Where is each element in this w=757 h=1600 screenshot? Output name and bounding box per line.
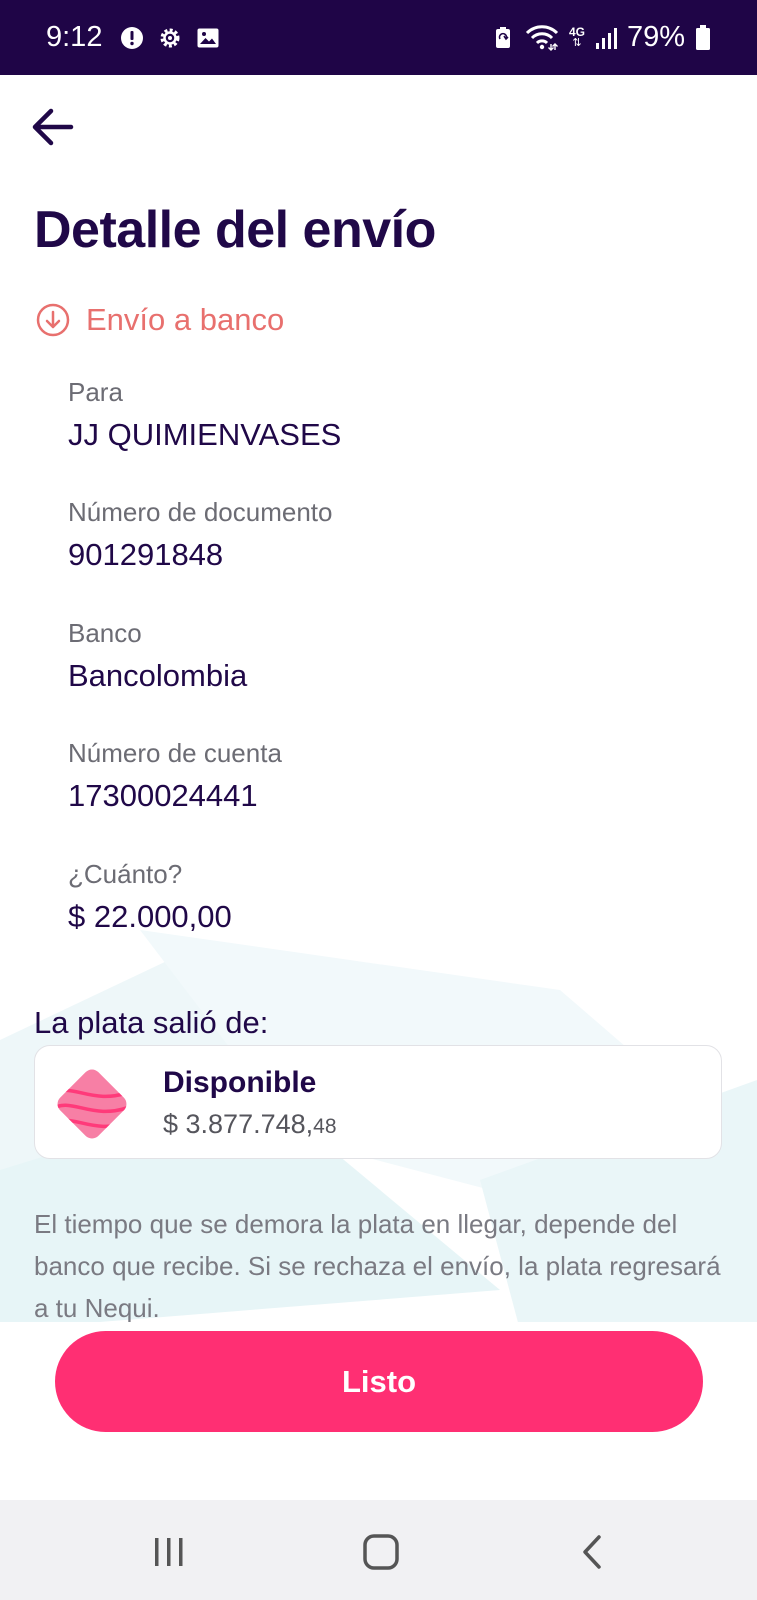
status-icons-left: [120, 26, 220, 50]
back-button[interactable]: [28, 102, 78, 152]
source-balance-main: $ 3.877.748,: [163, 1109, 314, 1139]
detail-bank: Banco Bancolombia: [68, 616, 247, 696]
transaction-type: Envío a banco: [36, 302, 284, 338]
battery-saver-icon: [495, 26, 510, 48]
home-icon: [363, 1534, 399, 1570]
detail-value: JJ QUIMIENVASES: [68, 417, 342, 452]
source-balance: $ 3.877.748,48: [163, 1109, 337, 1140]
source-pocket-card[interactable]: Disponible $ 3.877.748,48: [34, 1045, 722, 1159]
detail-label: ¿Cuánto?: [68, 859, 183, 889]
gallery-icon: [197, 28, 219, 47]
done-button[interactable]: Listo: [55, 1331, 703, 1432]
battery-icon: [696, 24, 710, 50]
source-balance-cents: 48: [313, 1115, 337, 1138]
pocket-card-icon: [53, 1069, 131, 1139]
arrow-left-icon: [32, 108, 74, 146]
transaction-type-label: Envío a banco: [86, 302, 285, 337]
detail-label: Para: [68, 377, 123, 407]
settings-icon: [160, 28, 180, 47]
circle-arrow-down-icon: [36, 303, 70, 337]
bottom-action-area: Listo: [0, 1322, 757, 1500]
source-name: Disponible: [163, 1066, 317, 1099]
navigation-bar: [0, 1500, 757, 1600]
detail-recipient: Para JJ QUIMIENVASES: [68, 375, 341, 455]
recent-apps-button[interactable]: [147, 1530, 191, 1574]
signal-icon: [595, 27, 617, 49]
home-button[interactable]: [359, 1530, 403, 1574]
source-heading: La plata salió de:: [34, 1005, 269, 1040]
detail-value: Bancolombia: [68, 658, 248, 693]
detail-account-number: Número de cuenta 17300024441: [68, 736, 282, 816]
detail-document-number: Número de documento 901291848: [68, 495, 332, 575]
status-icons-right: 4G ⇅ 79%: [491, 21, 711, 54]
back-icon: [583, 1535, 601, 1569]
page-title: Detalle del envío: [34, 201, 436, 259]
detail-label: Número de documento: [68, 497, 333, 527]
detail-value: $ 22.000,00: [68, 899, 232, 934]
data-arrows-icon: ⇅: [572, 36, 582, 49]
recent-apps-icon: [155, 1538, 183, 1566]
system-back-button[interactable]: [571, 1530, 615, 1574]
detail-value: 17300024441: [68, 778, 258, 813]
detail-label: Banco: [68, 618, 142, 648]
wifi-icon: [525, 24, 559, 51]
battery-percentage: 79%: [626, 21, 685, 53]
network-type: 4G ⇅: [568, 24, 585, 49]
status-time: 9:12: [46, 21, 103, 53]
detail-value: 901291848: [68, 537, 224, 572]
info-text: El tiempo que se demora la plata en lleg…: [34, 1209, 721, 1323]
detail-amount: ¿Cuánto? $ 22.000,00: [68, 857, 232, 937]
status-bar: 9:12 4G ⇅ 79%: [0, 0, 757, 75]
alert-icon: [121, 26, 144, 49]
detail-label: Número de cuenta: [68, 738, 282, 768]
